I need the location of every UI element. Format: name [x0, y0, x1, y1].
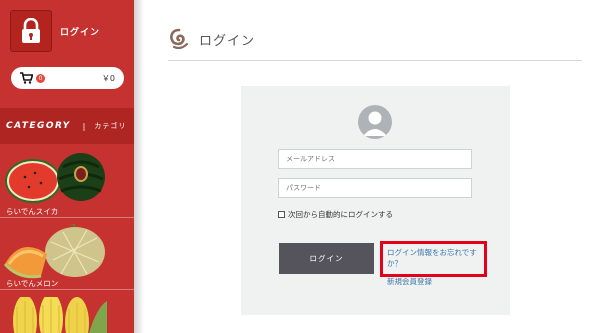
swirl-logo-icon — [170, 28, 189, 50]
melon-image — [3, 224, 105, 279]
page: ログイン 0 ￥0 CATEGORY | カテゴリ らいでんスイカ らいでんメロ… — [0, 0, 600, 333]
header-divider — [168, 60, 582, 61]
product-item-watermelon[interactable]: らいでんスイカ — [0, 146, 134, 218]
lock-icon — [22, 18, 40, 43]
user-avatar-icon — [358, 105, 392, 139]
register-link[interactable]: 新規会員登録 — [387, 276, 432, 287]
category-subtitle: カテゴリ — [94, 122, 127, 130]
forgot-password-link[interactable]: ログイン情報をお忘れですか？ — [387, 247, 483, 269]
sidebar-shadow — [134, 0, 144, 333]
product-label-melon[interactable]: らいでんメロン — [6, 278, 58, 289]
product-divider — [0, 289, 134, 290]
product-label-watermelon[interactable]: らいでんスイカ — [6, 206, 58, 217]
login-button[interactable]: ログイン — [279, 243, 374, 274]
cart-count-badge: 0 — [36, 73, 45, 83]
product-divider — [0, 217, 134, 218]
page-header: ログイン — [168, 24, 255, 54]
product-item-corn[interactable] — [0, 291, 134, 333]
corn-image — [13, 297, 107, 333]
cart-total-price: ￥0 — [101, 73, 115, 83]
category-separator: | — [82, 121, 86, 131]
cart-button[interactable]: 0 ￥0 — [11, 67, 124, 89]
page-title: ログイン — [199, 33, 256, 49]
remember-label: 次回から自動的にログインする — [288, 210, 393, 219]
sidebar-login-label[interactable]: ログイン — [60, 25, 100, 38]
remember-checkbox[interactable] — [278, 211, 285, 218]
sidebar: ログイン 0 ￥0 CATEGORY | カテゴリ らいでんスイカ らいでんメロ… — [0, 0, 134, 333]
product-item-melon[interactable]: らいでんメロン — [0, 219, 134, 290]
email-field[interactable] — [278, 149, 472, 169]
category-header: CATEGORY | カテゴリ — [0, 108, 134, 144]
login-lock-button[interactable] — [10, 10, 52, 52]
password-field[interactable] — [278, 178, 472, 198]
watermelon-image — [5, 153, 105, 203]
cart-icon — [20, 72, 33, 84]
category-title: CATEGORY — [6, 121, 71, 131]
remember-me[interactable]: 次回から自動的にログインする — [278, 209, 393, 220]
